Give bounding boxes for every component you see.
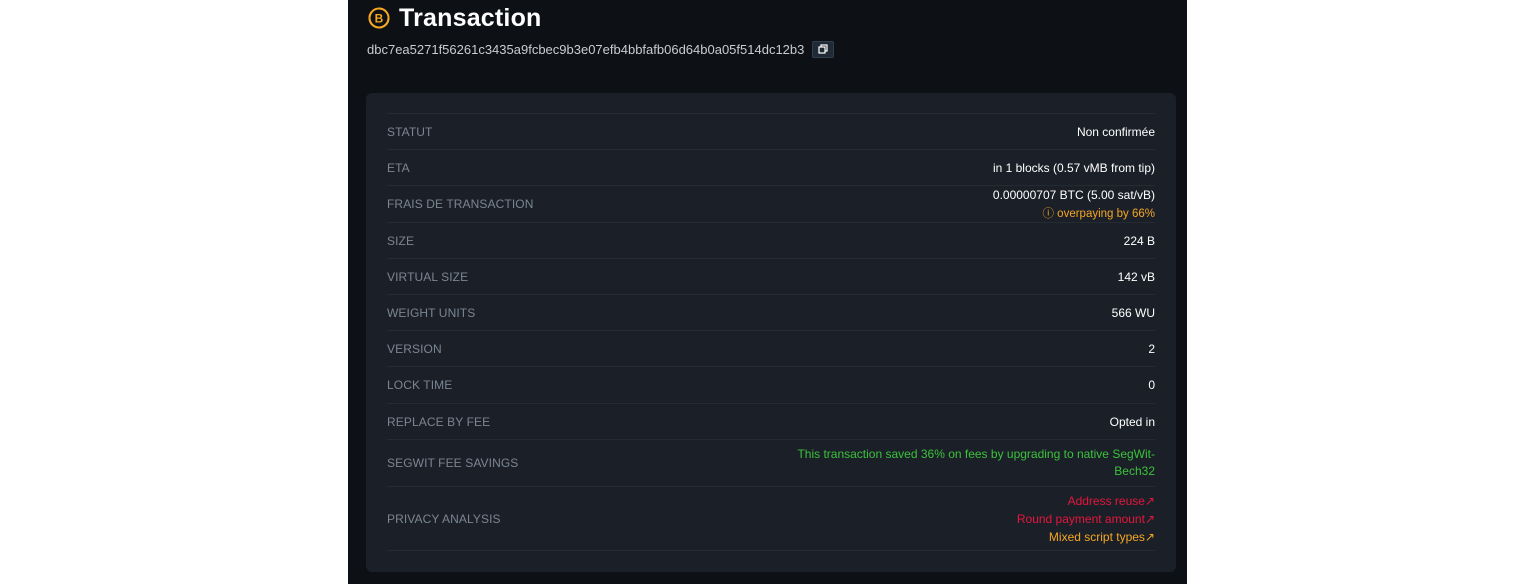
overpay-warning: ⓘ overpaying by 66% [1042, 207, 1155, 220]
copy-button[interactable] [812, 40, 835, 58]
rbf-value: Opted in [1109, 414, 1155, 429]
round-payment-link[interactable]: Round payment amount↗ [1017, 510, 1155, 528]
details-card: STATUT Non confirmée ETA in 1 blocks (0.… [366, 93, 1176, 572]
status-label: STATUT [387, 124, 433, 139]
fee-value: 0.00000707 BTC (5.00 sat/vB) [992, 187, 1155, 202]
row-fee: FRAIS DE TRANSACTION 0.00000707 BTC (5.0… [387, 186, 1155, 223]
details-table: STATUT Non confirmée ETA in 1 blocks (0.… [387, 113, 1155, 551]
eta-value: in 1 blocks (0.57 vMB from tip) [992, 160, 1155, 175]
fee-value-group: 0.00000707 BTC (5.00 sat/vB) ⓘ overpayin… [993, 188, 1155, 221]
bitcoin-icon: B [367, 6, 391, 30]
row-privacy: PRIVACY ANALYSIS Address reuse↗ Round pa… [387, 487, 1155, 551]
row-rbf: REPLACE BY FEE Opted in [387, 404, 1155, 440]
segwit-label: SEGWIT FEE SAVINGS [387, 456, 519, 470]
version-value: 2 [1148, 341, 1155, 356]
privacy-list: Address reuse↗ Round payment amount↗ Mix… [1017, 492, 1155, 546]
fee-label: FRAIS DE TRANSACTION [387, 197, 534, 211]
status-value: Non confirmée [1076, 124, 1155, 139]
row-eta: ETA in 1 blocks (0.57 vMB from tip) [387, 150, 1155, 186]
row-size: SIZE 224 B [387, 223, 1155, 259]
segwit-line-2: Bech32 [1114, 464, 1155, 478]
transaction-id[interactable]: dbc7ea5271f56261c3435a9fcbec9b3e07efb4bb… [367, 42, 804, 57]
version-label: VERSION [387, 341, 442, 356]
row-locktime: LOCK TIME 0 [387, 367, 1155, 404]
row-segwit: SEGWIT FEE SAVINGS This transaction save… [387, 440, 1155, 487]
address-reuse-link[interactable]: Address reuse↗ [1017, 492, 1155, 510]
segwit-line-1: This transaction saved 36% on fees by up… [797, 447, 1155, 461]
rbf-label: REPLACE BY FEE [387, 414, 491, 429]
svg-text:B: B [375, 12, 384, 26]
size-label: SIZE [387, 233, 415, 248]
weight-value: 566 WU [1111, 305, 1155, 320]
row-weight: WEIGHT UNITS 566 WU [387, 295, 1155, 331]
row-vsize: VIRTUAL SIZE 142 vB [387, 259, 1155, 295]
locktime-value: 0 [1148, 378, 1155, 392]
txid-row: dbc7ea5271f56261c3435a9fcbec9b3e07efb4bb… [367, 40, 835, 58]
vsize-value: 142 vB [1117, 269, 1155, 284]
vsize-label: VIRTUAL SIZE [387, 269, 469, 284]
title-row: B Transaction [367, 4, 542, 32]
privacy-label: PRIVACY ANALYSIS [387, 511, 501, 526]
weight-label: WEIGHT UNITS [387, 305, 476, 320]
mixed-script-link[interactable]: Mixed script types↗ [1017, 528, 1155, 546]
size-value: 224 B [1123, 233, 1155, 248]
transaction-panel: B Transaction dbc7ea5271f56261c3435a9fcb… [348, 0, 1187, 584]
eta-label: ETA [387, 160, 410, 175]
page-title: Transaction [399, 3, 542, 32]
locktime-label: LOCK TIME [387, 378, 453, 392]
row-version: VERSION 2 [387, 331, 1155, 367]
row-status: STATUT Non confirmée [387, 114, 1155, 150]
segwit-savings: This transaction saved 36% on fees by up… [797, 446, 1155, 480]
copy-icon [818, 44, 828, 54]
